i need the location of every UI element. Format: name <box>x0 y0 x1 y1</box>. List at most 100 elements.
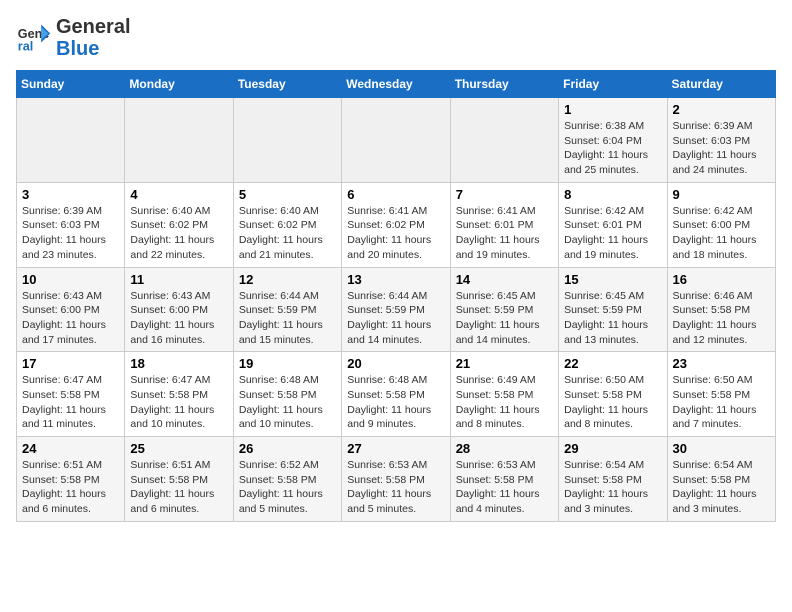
day-info: Sunrise: 6:38 AM Sunset: 6:04 PM Dayligh… <box>564 119 661 178</box>
calendar-cell: 1 Sunrise: 6:38 AM Sunset: 6:04 PM Daylig… <box>559 98 667 183</box>
day-number: 10 <box>22 272 119 287</box>
day-number: 13 <box>347 272 444 287</box>
weekday-header-friday: Friday <box>559 71 667 98</box>
day-info: Sunrise: 6:42 AM Sunset: 6:00 PM Dayligh… <box>673 204 770 263</box>
day-info: Sunrise: 6:53 AM Sunset: 5:58 PM Dayligh… <box>347 458 444 517</box>
day-info: Sunrise: 6:43 AM Sunset: 6:00 PM Dayligh… <box>22 289 119 348</box>
calendar-cell <box>125 98 233 183</box>
calendar-cell: 4 Sunrise: 6:40 AM Sunset: 6:02 PM Daylig… <box>125 182 233 267</box>
day-number: 19 <box>239 356 336 371</box>
day-info: Sunrise: 6:49 AM Sunset: 5:58 PM Dayligh… <box>456 373 553 432</box>
calendar-cell: 16 Sunrise: 6:46 AM Sunset: 5:58 PM Dayli… <box>667 267 775 352</box>
calendar-cell: 28 Sunrise: 6:53 AM Sunset: 5:58 PM Dayli… <box>450 437 558 522</box>
day-number: 20 <box>347 356 444 371</box>
day-number: 9 <box>673 187 770 202</box>
day-info: Sunrise: 6:40 AM Sunset: 6:02 PM Dayligh… <box>239 204 336 263</box>
weekday-header-tuesday: Tuesday <box>233 71 341 98</box>
day-number: 7 <box>456 187 553 202</box>
day-info: Sunrise: 6:39 AM Sunset: 6:03 PM Dayligh… <box>22 204 119 263</box>
day-number: 8 <box>564 187 661 202</box>
day-number: 26 <box>239 441 336 456</box>
calendar-cell <box>342 98 450 183</box>
day-info: Sunrise: 6:48 AM Sunset: 5:58 PM Dayligh… <box>347 373 444 432</box>
day-number: 12 <box>239 272 336 287</box>
calendar-week-3: 10 Sunrise: 6:43 AM Sunset: 6:00 PM Dayli… <box>17 267 776 352</box>
day-info: Sunrise: 6:53 AM Sunset: 5:58 PM Dayligh… <box>456 458 553 517</box>
weekday-header-wednesday: Wednesday <box>342 71 450 98</box>
day-info: Sunrise: 6:46 AM Sunset: 5:58 PM Dayligh… <box>673 289 770 348</box>
day-info: Sunrise: 6:45 AM Sunset: 5:59 PM Dayligh… <box>456 289 553 348</box>
calendar-header-row: SundayMondayTuesdayWednesdayThursdayFrid… <box>17 71 776 98</box>
weekday-header-monday: Monday <box>125 71 233 98</box>
calendar-cell: 23 Sunrise: 6:50 AM Sunset: 5:58 PM Dayli… <box>667 352 775 437</box>
day-info: Sunrise: 6:54 AM Sunset: 5:58 PM Dayligh… <box>564 458 661 517</box>
day-info: Sunrise: 6:41 AM Sunset: 6:01 PM Dayligh… <box>456 204 553 263</box>
calendar-cell: 27 Sunrise: 6:53 AM Sunset: 5:58 PM Dayli… <box>342 437 450 522</box>
logo-general: Gene <box>56 16 106 38</box>
logo-blue: Blue <box>56 38 99 60</box>
day-info: Sunrise: 6:47 AM Sunset: 5:58 PM Dayligh… <box>130 373 227 432</box>
calendar-cell: 21Sunrise: 6:49 AM Sunset: 5:58 PM Dayli… <box>450 352 558 437</box>
day-number: 11 <box>130 272 227 287</box>
day-number: 3 <box>22 187 119 202</box>
day-number: 23 <box>673 356 770 371</box>
calendar: SundayMondayTuesdayWednesdayThursdayFrid… <box>16 70 776 522</box>
calendar-cell: 14 Sunrise: 6:45 AM Sunset: 5:59 PM Dayli… <box>450 267 558 352</box>
day-number: 18 <box>130 356 227 371</box>
weekday-header-sunday: Sunday <box>17 71 125 98</box>
day-info: Sunrise: 6:51 AM Sunset: 5:58 PM Dayligh… <box>22 458 119 517</box>
svg-text:ral: ral <box>18 40 33 54</box>
day-number: 14 <box>456 272 553 287</box>
day-info: Sunrise: 6:50 AM Sunset: 5:58 PM Dayligh… <box>564 373 661 432</box>
calendar-cell: 5 Sunrise: 6:40 AM Sunset: 6:02 PM Daylig… <box>233 182 341 267</box>
day-number: 27 <box>347 441 444 456</box>
day-info: Sunrise: 6:48 AM Sunset: 5:58 PM Dayligh… <box>239 373 336 432</box>
calendar-cell: 11 Sunrise: 6:43 AM Sunset: 6:00 PM Dayli… <box>125 267 233 352</box>
calendar-cell: 6Sunrise: 6:41 AM Sunset: 6:02 PM Daylig… <box>342 182 450 267</box>
calendar-week-5: 24 Sunrise: 6:51 AM Sunset: 5:58 PM Dayli… <box>17 437 776 522</box>
day-number: 25 <box>130 441 227 456</box>
day-number: 1 <box>564 102 661 117</box>
day-info: Sunrise: 6:47 AM Sunset: 5:58 PM Dayligh… <box>22 373 119 432</box>
calendar-cell: 25Sunrise: 6:51 AM Sunset: 5:58 PM Dayli… <box>125 437 233 522</box>
calendar-cell: 12Sunrise: 6:44 AM Sunset: 5:59 PM Dayli… <box>233 267 341 352</box>
calendar-cell: 29Sunrise: 6:54 AM Sunset: 5:58 PM Dayli… <box>559 437 667 522</box>
calendar-cell: 22 Sunrise: 6:50 AM Sunset: 5:58 PM Dayli… <box>559 352 667 437</box>
day-number: 15 <box>564 272 661 287</box>
calendar-cell: 19 Sunrise: 6:48 AM Sunset: 5:58 PM Dayli… <box>233 352 341 437</box>
calendar-cell <box>17 98 125 183</box>
calendar-cell: 24 Sunrise: 6:51 AM Sunset: 5:58 PM Dayli… <box>17 437 125 522</box>
weekday-header-thursday: Thursday <box>450 71 558 98</box>
day-number: 4 <box>130 187 227 202</box>
calendar-cell: 3 Sunrise: 6:39 AM Sunset: 6:03 PM Daylig… <box>17 182 125 267</box>
day-number: 22 <box>564 356 661 371</box>
day-number: 2 <box>673 102 770 117</box>
calendar-cell: 8 Sunrise: 6:42 AM Sunset: 6:01 PM Daylig… <box>559 182 667 267</box>
calendar-cell: 9 Sunrise: 6:42 AM Sunset: 6:00 PM Daylig… <box>667 182 775 267</box>
day-number: 5 <box>239 187 336 202</box>
day-number: 17 <box>22 356 119 371</box>
day-info: Sunrise: 6:42 AM Sunset: 6:01 PM Dayligh… <box>564 204 661 263</box>
calendar-cell: 20 Sunrise: 6:48 AM Sunset: 5:58 PM Dayli… <box>342 352 450 437</box>
calendar-cell: 17 Sunrise: 6:47 AM Sunset: 5:58 PM Dayli… <box>17 352 125 437</box>
day-number: 28 <box>456 441 553 456</box>
day-number: 24 <box>22 441 119 456</box>
day-number: 16 <box>673 272 770 287</box>
calendar-cell <box>450 98 558 183</box>
calendar-cell: 2Sunrise: 6:39 AM Sunset: 6:03 PM Daylig… <box>667 98 775 183</box>
calendar-week-1: 1 Sunrise: 6:38 AM Sunset: 6:04 PM Daylig… <box>17 98 776 183</box>
day-info: Sunrise: 6:44 AM Sunset: 5:59 PM Dayligh… <box>347 289 444 348</box>
day-number: 30 <box>673 441 770 456</box>
calendar-week-2: 3 Sunrise: 6:39 AM Sunset: 6:03 PM Daylig… <box>17 182 776 267</box>
day-info: Sunrise: 6:43 AM Sunset: 6:00 PM Dayligh… <box>130 289 227 348</box>
day-info: Sunrise: 6:50 AM Sunset: 5:58 PM Dayligh… <box>673 373 770 432</box>
day-info: Sunrise: 6:52 AM Sunset: 5:58 PM Dayligh… <box>239 458 336 517</box>
calendar-cell: 26 Sunrise: 6:52 AM Sunset: 5:58 PM Dayli… <box>233 437 341 522</box>
calendar-cell: 18 Sunrise: 6:47 AM Sunset: 5:58 PM Dayli… <box>125 352 233 437</box>
calendar-cell: 13 Sunrise: 6:44 AM Sunset: 5:59 PM Dayli… <box>342 267 450 352</box>
logo-ral: ral <box>106 16 130 38</box>
calendar-week-4: 17 Sunrise: 6:47 AM Sunset: 5:58 PM Dayli… <box>17 352 776 437</box>
calendar-cell: 7 Sunrise: 6:41 AM Sunset: 6:01 PM Daylig… <box>450 182 558 267</box>
weekday-header-saturday: Saturday <box>667 71 775 98</box>
day-info: Sunrise: 6:40 AM Sunset: 6:02 PM Dayligh… <box>130 204 227 263</box>
